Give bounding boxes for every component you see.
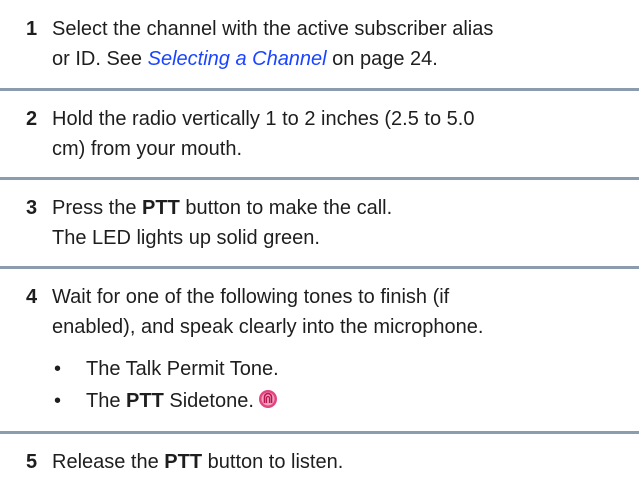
bullet-text-pre: The [86,390,127,412]
step-line-suffix: on page 24. [326,48,438,70]
step-text-pre: Press the [52,197,143,219]
step-line: Press the PTT button to make the call. [52,193,632,223]
step-text-post: button to make the call. [179,197,393,219]
ptt-label: PTT [164,451,203,473]
step-text: Press the PTT button to make the call. T… [52,193,632,253]
step-line-prefix: or ID. See [52,48,148,70]
bullet: • [54,390,62,412]
step-line: cm) from your mouth. [52,138,243,160]
separator [0,177,639,180]
selecting-a-channel-link[interactable]: Selecting a Channel [148,48,327,70]
step-number: 5 [26,451,38,473]
sidetone-icon [258,388,278,408]
step-line: Wait for one of the following tones to f… [52,286,450,308]
bullet-text: The Talk Permit Tone. [86,358,279,380]
bullet-text: The PTT Sidetone. [86,386,278,416]
bullet-text-post: Sidetone. [163,390,254,412]
step-text: Select the channel with the active subsc… [52,14,632,74]
separator [0,266,639,269]
step-text: Release the PTT button to listen. [52,447,632,477]
step-line: Release the PTT button to listen. [52,447,632,477]
ptt-label: PTT [126,390,164,412]
step-line: or ID. See Selecting a Channel on page 2… [52,44,632,74]
separator [0,431,639,434]
step-text: Hold the radio vertically 1 to 2 inches … [52,104,632,164]
step-number: 1 [26,18,38,40]
step-text-post: button to listen. [202,451,344,473]
step-line: enabled), and speak clearly into the mic… [52,316,484,338]
step-line: Select the channel with the active subsc… [52,18,494,40]
separator [0,88,639,91]
ptt-label: PTT [142,197,180,219]
step-text: Wait for one of the following tones to f… [52,282,632,342]
step-text-pre: Release the [52,451,165,473]
step-number: 4 [26,286,38,308]
step-line: Hold the radio vertically 1 to 2 inches … [52,108,475,130]
step-line: The LED lights up solid green. [52,227,320,249]
step-number: 2 [26,108,38,130]
bullet: • [54,358,62,380]
step-number: 3 [26,197,38,219]
